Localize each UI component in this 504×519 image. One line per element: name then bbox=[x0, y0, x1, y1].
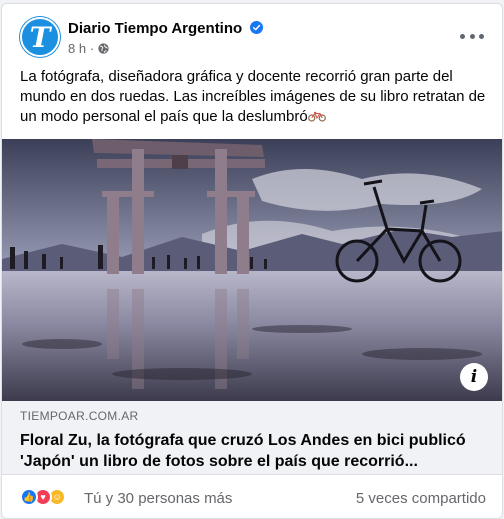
page-name[interactable]: Diario Tiempo Argentino bbox=[68, 20, 242, 37]
post-timestamp[interactable]: 8 h bbox=[68, 41, 86, 56]
post-card: T Diario Tiempo Argentino 8 h · La fotóg… bbox=[1, 3, 503, 519]
meta-separator: · bbox=[89, 41, 95, 56]
verified-icon bbox=[250, 21, 264, 34]
post-meta: 8 h · bbox=[68, 41, 109, 56]
article-photo[interactable]: i bbox=[2, 139, 502, 401]
post-text: La fotógrafa, diseñadora gráfica y docen… bbox=[20, 67, 490, 127]
info-icon[interactable]: i bbox=[460, 363, 488, 391]
link-title[interactable]: Floral Zu, la fotógrafa que cruzó Los An… bbox=[20, 430, 490, 472]
like-icon: 👍 bbox=[20, 488, 38, 506]
reactions-count[interactable]: Tú y 30 personas más bbox=[84, 490, 232, 507]
post-body: La fotógrafa, diseñadora gráfica y docen… bbox=[20, 68, 486, 125]
reaction-icons[interactable]: 👍 ♥ ☺ bbox=[20, 488, 80, 506]
post-stats: 👍 ♥ ☺ Tú y 30 personas más 5 veces compa… bbox=[2, 477, 502, 517]
more-options-button[interactable] bbox=[460, 28, 484, 44]
link-preview[interactable]: TIEMPOAR.COM.AR Floral Zu, la fotógrafa … bbox=[2, 401, 502, 475]
post-header: T Diario Tiempo Argentino 8 h · bbox=[2, 4, 502, 62]
shares-count[interactable]: 5 veces compartido bbox=[356, 490, 486, 507]
globe-icon[interactable] bbox=[98, 43, 109, 54]
page-avatar[interactable]: T bbox=[20, 17, 60, 57]
page-name-link[interactable]: Diario Tiempo Argentino bbox=[68, 20, 264, 37]
link-domain: TIEMPOAR.COM.AR bbox=[20, 409, 139, 423]
more-icon bbox=[460, 33, 465, 39]
bicycle-emoji bbox=[307, 111, 326, 122]
photo-scene bbox=[2, 139, 502, 401]
